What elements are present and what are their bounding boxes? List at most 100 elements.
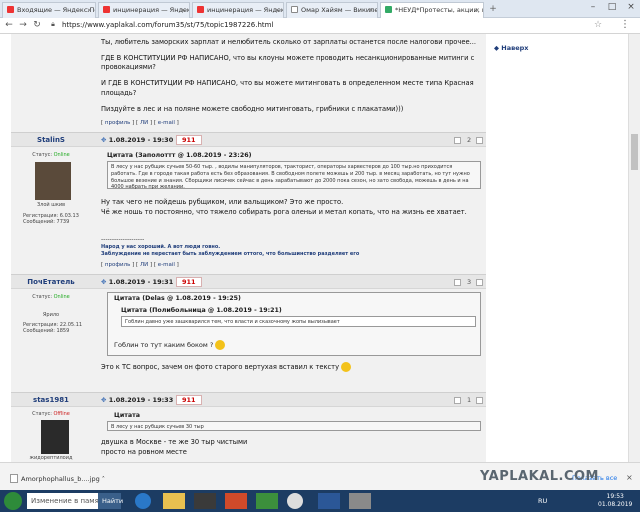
- avatar: [41, 420, 69, 454]
- forward-icon[interactable]: →: [17, 20, 29, 30]
- author-meta: жидорептилоид: [29, 455, 73, 461]
- ie-icon[interactable]: [135, 493, 151, 509]
- select-checkbox[interactable]: [454, 279, 461, 286]
- close-icon[interactable]: ×: [369, 6, 374, 14]
- avatar: [35, 162, 71, 200]
- reload-icon[interactable]: ↻: [31, 20, 43, 30]
- email-link[interactable]: e-mail: [158, 262, 175, 268]
- right-sidebar: [486, 34, 628, 462]
- tab-yaplakal[interactable]: *НЕУД*Протесты, акции, митинги×: [380, 2, 484, 18]
- author-info: Статус: Online Ярило Регистрация: 22.05.…: [23, 294, 83, 334]
- post-author[interactable]: ПочЕтатель: [11, 278, 91, 286]
- post-link-icon: ✥: [101, 136, 107, 144]
- bookmark-star-icon[interactable]: ☆: [594, 20, 602, 30]
- post-date: ✥ 1.08.2019 - 19:33: [101, 396, 174, 404]
- email-link[interactable]: e-mail: [158, 120, 175, 126]
- app-icon[interactable]: [225, 493, 247, 509]
- tab-search-1[interactable]: инцинерация — Яндекс: нашлось×: [98, 2, 190, 18]
- post-date: ✥ 1.08.2019 - 19:31: [101, 278, 174, 286]
- nested-quote-box: Гоблин давно уже зашкварился тем, что вл…: [121, 316, 476, 327]
- language-indicator[interactable]: RU: [538, 497, 547, 505]
- select-checkbox[interactable]: [454, 137, 461, 144]
- rating-badge[interactable]: 911: [176, 395, 202, 405]
- pm-link[interactable]: ЛИ: [140, 120, 148, 126]
- quote-title: Цитата (Заполоттт @ 1.08.2019 - 23:26): [107, 152, 252, 159]
- start-button[interactable]: [4, 492, 22, 510]
- close-icon[interactable]: ×: [181, 6, 186, 14]
- minimize-button[interactable]: –: [586, 2, 600, 12]
- close-icon[interactable]: ×: [275, 6, 280, 14]
- post-text: двушка в Москве - те же 30 тыр чистыми п…: [101, 438, 248, 456]
- post-date: ✥ 1.08.2019 - 19:30: [101, 136, 174, 144]
- address-bar: ← → ↻ 🔒︎ https://www.yaplakal.com/forum3…: [0, 18, 640, 34]
- maximize-button[interactable]: □: [605, 2, 619, 12]
- url-field[interactable]: https://www.yaplakal.com/forum35/st/75/t…: [62, 21, 273, 29]
- yandex-icon: [103, 6, 110, 13]
- quote-box: В лесу у нас рубщик сучьев 50-60 тыр. , …: [107, 161, 481, 190]
- mail-icon: [7, 6, 14, 13]
- word-icon[interactable]: [318, 493, 340, 509]
- tab-strip: Входящие — Яндекс.Почта× инцинерация — Я…: [0, 0, 640, 18]
- lock-icon: 🔒︎: [51, 20, 55, 28]
- post-links: [ профиль ] [ ЛИ ] [ e-mail ]: [101, 262, 179, 268]
- signature-line: Заблуждение не перестает быть заблуждени…: [101, 251, 360, 257]
- page-content: Ты, любитель заморских зарплат и нелюбит…: [0, 34, 628, 462]
- close-icon[interactable]: ×: [475, 6, 480, 14]
- download-item[interactable]: Amorphophallus_b....jpg ˄: [10, 474, 105, 483]
- post-stalins: StalinS ✥ 1.08.2019 - 19:30 911 2 Статус…: [11, 132, 486, 274]
- post-top: Ты, любитель заморских зарплат и нелюбит…: [11, 34, 486, 132]
- clock[interactable]: 19:53 01.08.2019: [598, 493, 632, 509]
- smiley-icon: [341, 362, 352, 372]
- tab-search-2[interactable]: инцинерация — Яндекс нашлос×: [192, 2, 284, 18]
- quote-text: Гоблин то тут каким боком ?: [114, 340, 226, 350]
- quote-checkbox[interactable]: [476, 137, 483, 144]
- back-to-top-link[interactable]: ◆ Наверх: [494, 44, 528, 52]
- yaplakal-icon: [385, 6, 392, 13]
- app-icon[interactable]: [349, 493, 371, 509]
- quote-checkbox[interactable]: [476, 397, 483, 404]
- taskbar: Изменение в памяти... Найти RU 19:53 01.0…: [0, 490, 640, 512]
- browser-menu-icon[interactable]: ⋮: [620, 19, 630, 30]
- quote-title: Цитата (Delas @ 1.08.2019 - 19:25): [114, 295, 241, 302]
- quote-checkbox[interactable]: [476, 279, 483, 286]
- post-text: Это к ТС вопрос, зачем он фото старого в…: [101, 362, 481, 373]
- wikipedia-icon: [291, 6, 298, 13]
- post-link-icon: ✥: [101, 278, 107, 286]
- new-tab-button[interactable]: +: [487, 4, 499, 15]
- quote-title: Цитата: [114, 412, 141, 419]
- scrollbar-thumb[interactable]: [631, 134, 638, 170]
- quote-box: В лесу у нас рубщик сучьев 30 тыр: [107, 421, 481, 431]
- yandex-icon: [197, 6, 204, 13]
- post-link-icon: ✥: [101, 396, 107, 404]
- search-go-button[interactable]: Найти: [98, 493, 123, 509]
- tab-yandex-mail[interactable]: Входящие — Яндекс.Почта×: [2, 2, 96, 18]
- scrollbar[interactable]: [628, 34, 640, 462]
- watermark: YAPLAKAL.COM: [480, 469, 599, 484]
- post-number: 1: [467, 396, 472, 404]
- post-author[interactable]: stas1981: [11, 396, 91, 404]
- signature-line: Народ у нас хороший. А вот люди говно.: [101, 244, 221, 250]
- rating-badge[interactable]: 911: [176, 135, 202, 145]
- pm-link[interactable]: ЛИ: [140, 262, 148, 268]
- rating-badge[interactable]: 911: [176, 277, 202, 287]
- explorer-icon[interactable]: [163, 493, 185, 509]
- author-info: Статус: Online: [11, 152, 91, 158]
- media-player-icon[interactable]: [194, 493, 216, 509]
- post-author[interactable]: StalinS: [11, 136, 91, 144]
- post-number: 3: [467, 278, 472, 286]
- close-icon[interactable]: ×: [626, 473, 633, 482]
- select-checkbox[interactable]: [454, 397, 461, 404]
- back-icon[interactable]: ←: [3, 20, 15, 30]
- profile-link[interactable]: профиль: [105, 262, 131, 268]
- app-icon[interactable]: [256, 493, 278, 509]
- author-info: Статус: Offline: [32, 411, 70, 417]
- status-line: Статус: Online: [32, 152, 70, 158]
- post-text: Ну так чего не пойдешь рубщиком, или вал…: [101, 198, 467, 216]
- tab-wikipedia[interactable]: Омар Хайям — Википедия×: [286, 2, 378, 18]
- post-pochetatel: ПочЕтатель ✥ 1.08.2019 - 19:31 911 3 Ста…: [11, 274, 486, 390]
- post-stas1981: stas1981 ✥ 1.08.2019 - 19:33 911 1 Стату…: [11, 392, 486, 462]
- close-icon[interactable]: ×: [87, 6, 92, 14]
- chrome-icon[interactable]: [287, 493, 303, 509]
- profile-link[interactable]: профиль: [105, 120, 131, 126]
- close-window-button[interactable]: ×: [624, 2, 638, 12]
